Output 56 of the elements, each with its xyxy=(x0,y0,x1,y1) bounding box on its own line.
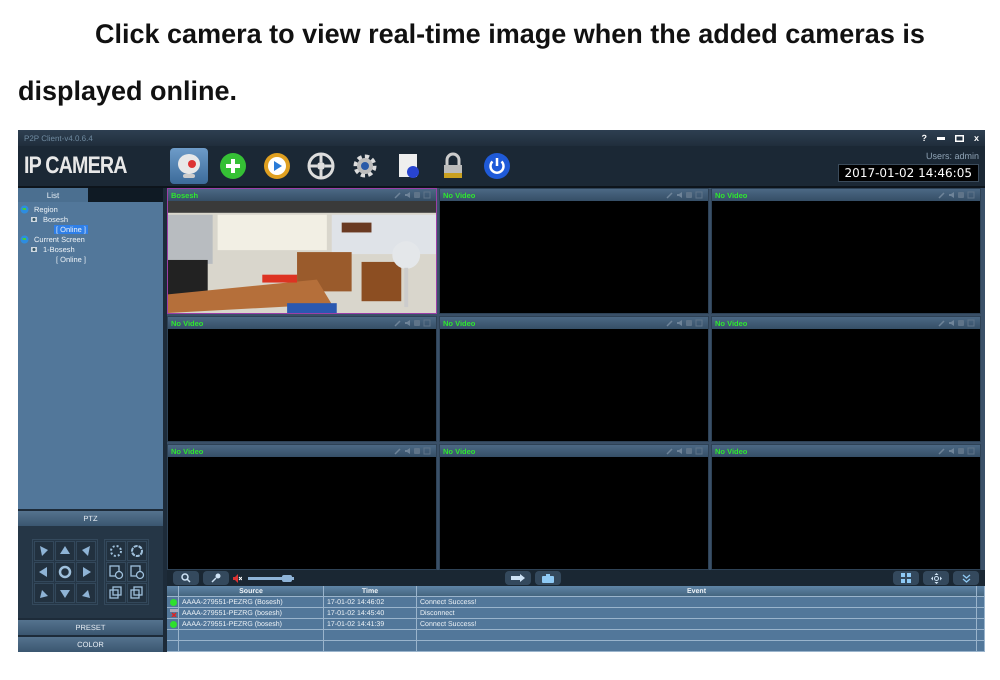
settings-icon xyxy=(351,152,379,180)
cell-tools-icon xyxy=(937,319,977,327)
copy-icon[interactable] xyxy=(106,583,126,603)
user-label: Users: admin xyxy=(926,150,979,160)
disconnected-icon xyxy=(170,609,178,617)
globe-icon xyxy=(20,204,29,214)
cell-tools-icon xyxy=(393,447,433,455)
cell-tools-icon xyxy=(393,191,433,199)
maximize-icon[interactable] xyxy=(954,134,964,142)
lock-icon xyxy=(441,152,465,180)
grid-layout-button[interactable] xyxy=(893,571,919,585)
cell-tools-icon xyxy=(665,447,705,455)
document-icon xyxy=(396,152,422,180)
fullscreen-button[interactable] xyxy=(923,571,949,585)
arrow-icon xyxy=(510,574,525,582)
power-icon xyxy=(483,152,511,180)
camera-icon xyxy=(30,215,38,223)
microphone-icon xyxy=(211,573,221,583)
play-icon xyxy=(263,152,291,180)
cell-tools-icon xyxy=(665,319,705,327)
focus-icon[interactable] xyxy=(127,541,147,561)
chevron-icon xyxy=(962,574,970,582)
zoom-out-icon[interactable] xyxy=(127,562,147,582)
record-button[interactable] xyxy=(504,571,531,585)
cell-tools-icon xyxy=(665,191,705,199)
online-dot-icon xyxy=(170,598,177,606)
speaker-muted-icon xyxy=(233,574,242,582)
collapse-button[interactable] xyxy=(953,571,979,585)
volume-thumb[interactable] xyxy=(282,574,292,582)
minimize-icon[interactable] xyxy=(936,136,945,140)
focus-icon[interactable] xyxy=(106,541,126,561)
grid-icon xyxy=(901,573,911,583)
camera-icon xyxy=(30,245,38,253)
camera-icon xyxy=(542,574,554,582)
zoom-in-icon[interactable] xyxy=(106,562,126,582)
wheel-icon xyxy=(307,152,335,180)
online-dot-icon xyxy=(170,620,177,628)
crosshair-icon xyxy=(930,572,942,584)
cell-tools-icon xyxy=(937,191,977,199)
globe-icon xyxy=(20,234,29,244)
list-tab[interactable]: List xyxy=(18,188,88,202)
snapshot-button[interactable] xyxy=(534,571,561,585)
microphone-button[interactable] xyxy=(203,571,229,585)
help-button[interactable]: ? xyxy=(921,133,927,143)
date-time: 2017-01-02 14:46:05 xyxy=(838,164,979,182)
volume-slider[interactable] xyxy=(248,576,294,580)
window-title: P2P Client-v4.0.6.4 xyxy=(24,134,93,142)
copy-icon[interactable] xyxy=(127,583,147,603)
search-button[interactable] xyxy=(173,571,199,585)
instruction-text: Click camera to view real-time image when the added cameras is displayed online. xyxy=(17,18,926,108)
add-icon xyxy=(219,152,247,180)
app-logo: IP CAMERA xyxy=(24,152,128,180)
cell-tools-icon xyxy=(393,319,433,327)
search-icon xyxy=(181,573,191,583)
close-button[interactable]: x xyxy=(974,133,979,143)
cell-tools-icon xyxy=(937,447,977,455)
